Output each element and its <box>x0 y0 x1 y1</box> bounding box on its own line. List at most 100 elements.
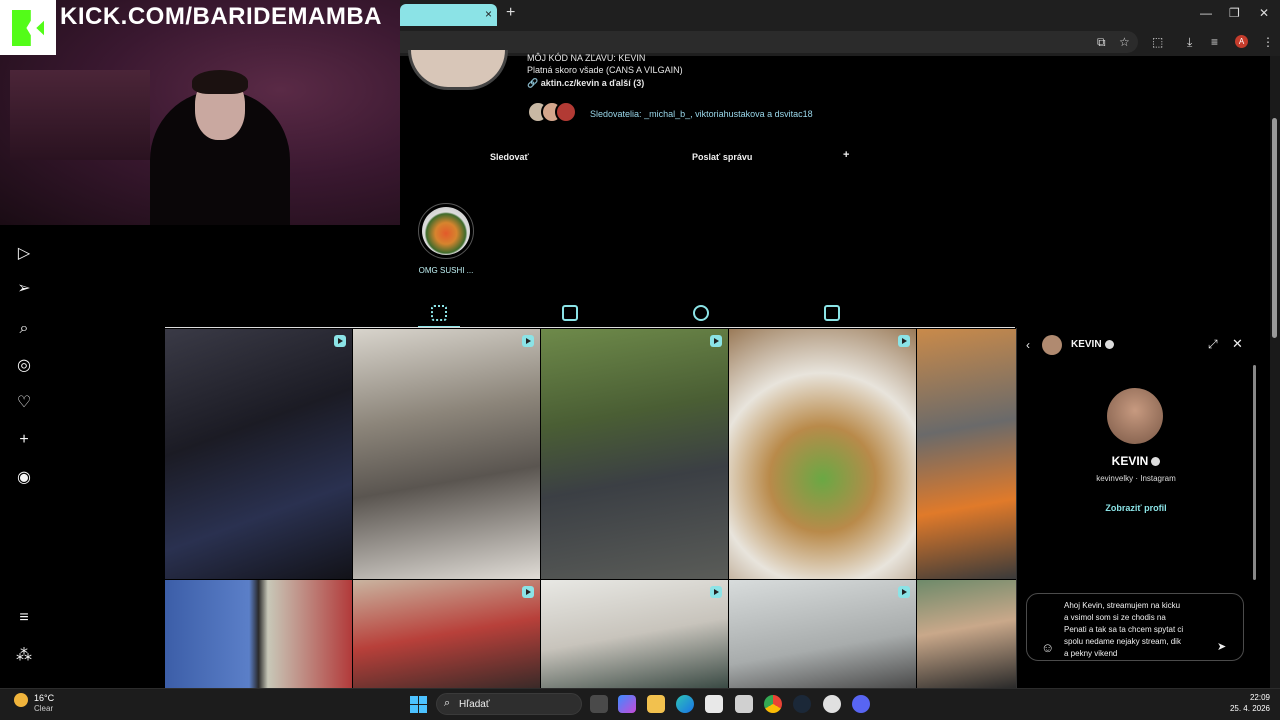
followers-label: Sledovatelia: <box>590 109 642 119</box>
copilot-icon[interactable] <box>618 695 636 713</box>
kick-channel-url: KICK.COM/BARIDEMAMBA <box>60 3 382 30</box>
reposts-tab-icon[interactable] <box>693 305 709 321</box>
clock-date: 25. 4. 2026 <box>1229 704 1270 713</box>
emoji-icon[interactable]: ☺ <box>1041 640 1054 655</box>
start-button[interactable] <box>410 696 427 713</box>
followers-summary[interactable]: Sledovatelia: _michal_b_, viktoriahustak… <box>590 109 813 119</box>
address-bar[interactable] <box>400 31 1138 53</box>
browser-tab-active[interactable]: × <box>400 4 497 26</box>
reading-list-icon[interactable]: ≡ <box>1211 35 1218 49</box>
chat-profile-name-text: KEVIN <box>1111 454 1149 468</box>
streamer-hair <box>192 70 248 94</box>
meta-apps-icon[interactable]: ⁂ <box>15 647 33 665</box>
discord-icon[interactable] <box>852 695 870 713</box>
weather-temperature[interactable]: 16°C <box>34 693 54 703</box>
chat-profile-subtitle: kevinvelky · Instagram <box>1096 474 1176 483</box>
messages-icon[interactable]: ➢ <box>15 280 33 298</box>
browser-tabstrip <box>400 0 1280 30</box>
taskbar-search[interactable] <box>436 693 582 715</box>
weather-condition[interactable]: Clear <box>34 704 53 713</box>
post-tile[interactable] <box>729 329 916 579</box>
notifications-heart-icon[interactable]: ♡ <box>15 394 33 412</box>
post-tile[interactable] <box>165 580 352 688</box>
tagged-tab-icon[interactable] <box>824 305 840 321</box>
reel-icon <box>710 335 722 347</box>
posts-tab-icon[interactable] <box>431 305 447 321</box>
left-sidebar: ▷ ➢ ⌕ ◎ ♡ + ◉ ≡ ⁂ <box>0 225 165 688</box>
chat-close-icon[interactable]: ✕ <box>1232 336 1243 352</box>
webcam-overlay: KICK.COM/BARIDEMAMBA <box>0 0 400 225</box>
obs-icon[interactable] <box>823 695 841 713</box>
reels-tab-icon[interactable] <box>562 305 578 321</box>
edge-icon[interactable] <box>676 695 694 713</box>
taskbar-search-icon: ⌕ <box>444 697 451 709</box>
post-grid <box>165 329 1016 688</box>
post-tile[interactable] <box>353 580 540 688</box>
message-input[interactable]: Ahoj Kevin, streamujem na kicku a vsimol… <box>1064 600 1206 660</box>
download-icon[interactable]: ⤓ <box>1187 35 1192 50</box>
weather-moon-icon[interactable] <box>14 693 28 707</box>
create-icon[interactable]: + <box>15 431 33 449</box>
chat-header-name[interactable]: KEVIN <box>1071 339 1114 350</box>
chat-profile-avatar[interactable] <box>1107 388 1163 444</box>
extensions-icon[interactable]: ⬚ <box>1152 35 1163 49</box>
link-icon: 🔗 <box>527 78 541 88</box>
post-tile[interactable] <box>353 329 540 579</box>
new-tab-button[interactable]: + <box>506 4 515 22</box>
maximize-icon[interactable]: ❐ <box>1229 6 1240 20</box>
send-message-button[interactable]: Poslať správu <box>692 152 752 162</box>
reel-icon <box>522 586 534 598</box>
chat-header-name-text: KEVIN <box>1071 339 1102 350</box>
window-close-icon[interactable]: ✕ <box>1259 6 1269 20</box>
kick-k-icon <box>12 10 44 46</box>
back-chevron-icon[interactable]: ‹ <box>1026 338 1030 352</box>
follow-button[interactable]: Sledovať <box>490 152 529 162</box>
expand-icon[interactable]: ⤢ <box>1208 337 1218 352</box>
reel-icon <box>898 335 910 347</box>
windows-taskbar <box>0 688 1280 720</box>
verified-badge-icon <box>1151 457 1161 467</box>
tab-close-icon[interactable]: × <box>485 7 492 21</box>
install-app-icon[interactable]: ⧉ <box>1097 35 1106 50</box>
post-tile[interactable] <box>541 329 728 579</box>
chat-header-avatar[interactable] <box>1042 335 1062 355</box>
reel-icon <box>898 586 910 598</box>
reels-icon[interactable]: ▷ <box>15 245 33 263</box>
store-icon[interactable] <box>705 695 723 713</box>
followers-names: _michal_b_, viktoriahustakova a dsvitac1… <box>644 109 813 119</box>
post-tile[interactable] <box>541 580 728 688</box>
post-tile[interactable] <box>917 580 1016 688</box>
search-icon[interactable]: ⌕ <box>15 320 33 338</box>
task-view-icon[interactable] <box>590 695 608 713</box>
post-tile[interactable] <box>917 329 1016 579</box>
explore-icon[interactable]: ◎ <box>15 357 33 375</box>
page-scrollbar-thumb[interactable] <box>1272 118 1277 338</box>
minimize-icon[interactable]: — <box>1200 6 1212 20</box>
browser-profile-avatar[interactable]: A <box>1235 35 1248 48</box>
highlight-cover <box>422 207 470 255</box>
view-profile-button[interactable]: Zobraziť profil <box>1016 503 1256 513</box>
taskbar-clock[interactable]: 22:09 25. 4. 2026 <box>1214 692 1270 714</box>
taskbar-search-placeholder: Hľadať <box>459 699 490 710</box>
story-highlight[interactable] <box>418 203 474 259</box>
grid-divider <box>165 327 1015 328</box>
menu-icon[interactable]: ≡ <box>15 609 33 627</box>
bookmark-star-icon[interactable]: ☆ <box>1119 35 1130 49</box>
send-icon[interactable]: ➤ <box>1217 640 1226 653</box>
chat-scrollbar[interactable] <box>1253 365 1256 580</box>
bio-line-2: Platná skoro všade (CANS A VILGAIN) <box>527 65 683 75</box>
profile-avatar-icon[interactable]: ◉ <box>15 469 33 487</box>
reel-icon <box>334 335 346 347</box>
steam-icon[interactable] <box>793 695 811 713</box>
browser-menu-icon[interactable]: ⋮ <box>1262 35 1274 49</box>
bio-line-1: MÔJ KÓD NA ZĽAVU: KEVIN <box>527 53 646 63</box>
chrome-icon[interactable] <box>764 695 782 713</box>
kick-logo <box>0 0 56 55</box>
bio-link[interactable]: 🔗 aktin.cz/kevin a ďalší (3) <box>527 78 644 89</box>
post-tile[interactable] <box>165 329 352 579</box>
post-tile[interactable] <box>729 580 916 688</box>
app-icon[interactable] <box>735 695 753 713</box>
reel-icon <box>522 335 534 347</box>
add-person-icon[interactable]: + <box>843 149 849 161</box>
file-explorer-icon[interactable] <box>647 695 665 713</box>
